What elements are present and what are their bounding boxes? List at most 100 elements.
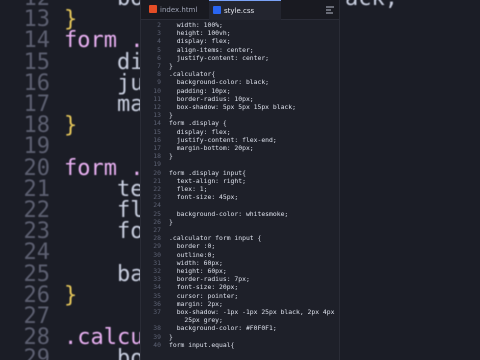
line-number: 20 [153, 168, 161, 177]
line-number: 36 [153, 299, 161, 308]
code-text: } [169, 152, 173, 161]
tab-label: style.css [224, 7, 255, 15]
line-number: 21 [153, 176, 161, 185]
code-text: justify-content: center; [169, 53, 270, 62]
code-text: } [169, 62, 173, 70]
editor-panel: index.html style.css 2 width: 100%; 3 hei… [140, 0, 340, 360]
line-number: 18 [153, 152, 161, 161]
line-number: 34 [153, 283, 161, 292]
split-editor-icon[interactable] [325, 5, 335, 15]
line-number: 37 [153, 308, 161, 316]
code-line: 18} [141, 152, 339, 161]
code-line: 40 form input.equal{ [141, 340, 339, 349]
code-line: 28 .calculator form input { [141, 234, 339, 243]
code-text: background-color: black; [169, 78, 270, 87]
line-number: 26 [153, 217, 161, 226]
code-text: align-items: center; [169, 45, 254, 54]
line-number: 3 [157, 29, 161, 38]
css-file-icon [213, 6, 221, 14]
code-line: 26} [141, 217, 339, 226]
code-text: font-size: 45px; [169, 193, 239, 202]
code-text: } [169, 332, 173, 341]
code-text: padding: 10px; [169, 86, 231, 95]
line-number: 25 [153, 209, 161, 218]
code-line: 38 background-color: #F0F0F1; [141, 324, 339, 333]
code-text: .calculator{ [169, 70, 216, 79]
code-text: justify-content: flex-end; [169, 135, 277, 144]
code-line: 19 [141, 160, 339, 169]
html-file-icon [149, 5, 157, 13]
code-line: 17 margin-bottom: 20px; [141, 144, 339, 152]
code-text: width: 100%; [169, 21, 223, 29]
code-text: border-radius: 10px; [169, 94, 254, 103]
code-line: 10 padding: 10px; [141, 86, 339, 95]
code-line: 6 justify-content: center; [141, 53, 339, 62]
code-line: 34 font-size: 20px; [141, 283, 339, 292]
line-number: 35 [153, 291, 161, 300]
line-number: 28 [153, 234, 161, 243]
line-number: 5 [157, 45, 161, 54]
code-line: 25px grey; [141, 316, 339, 325]
code-line: 31 width: 60px; [141, 259, 339, 267]
code-text: cursor: pointer; [169, 291, 239, 300]
code-text: margin: 2px; [169, 299, 223, 308]
line-number: 14 [153, 119, 161, 128]
code-line: 37 box-shadow: -1px -1px 25px black, 2px… [141, 308, 339, 316]
line-number: 17 [153, 144, 161, 152]
line-number: 2 [157, 21, 161, 29]
line-number: 10 [153, 86, 161, 95]
line-number: 6 [157, 53, 161, 62]
code-line: 29 border :0; [141, 242, 339, 251]
code-line: 12 box-shadow: 5px 5px 15px black; [141, 103, 339, 111]
code-line: 4 display: flex; [141, 37, 339, 46]
code-line: 27 [141, 226, 339, 234]
line-number: 33 [153, 275, 161, 284]
code-text: flex: 1; [169, 185, 208, 193]
code-line: 20 form .display input{ [141, 168, 339, 177]
line-number: 22 [153, 185, 161, 193]
code-text: height: 100vh; [169, 29, 231, 38]
line-number: 27 [153, 226, 161, 234]
code-line: 32 height: 60px; [141, 267, 339, 275]
code-line: 8 .calculator{ [141, 70, 339, 79]
line-number: 32 [153, 267, 161, 275]
code-text: background-color: #F0F0F1; [169, 324, 277, 333]
line-number: 4 [157, 37, 161, 46]
line-number: 12 [153, 103, 161, 111]
code-line: 3 height: 100vh; [141, 29, 339, 38]
code-line: 36 margin: 2px; [141, 299, 339, 308]
code-line: 25 background-color: whitesmoke; [141, 209, 339, 218]
code-text: margin-bottom: 20px; [169, 144, 254, 152]
tab-style-css[interactable]: style.css [209, 0, 281, 20]
tab-index-html[interactable]: index.html [145, 0, 209, 20]
code-line: 11 border-radius: 10px; [141, 94, 339, 103]
line-number: 40 [153, 340, 161, 349]
code-text: outline:0; [169, 250, 216, 259]
code-line: 39} [141, 332, 339, 341]
line-number: 16 [153, 135, 161, 144]
code-line: 24 [141, 201, 339, 210]
line-number: 29 [153, 242, 161, 251]
code-line: 22 flex: 1; [141, 185, 339, 193]
tab-label: index.html [160, 6, 198, 14]
code-text: border-radius: 7px; [169, 275, 250, 284]
line-number: 19 [153, 160, 161, 169]
code-text: 25px grey; [169, 316, 223, 325]
code-text: .calculator form input { [169, 234, 262, 243]
line-number: 24 [153, 201, 161, 210]
line-number: 15 [153, 127, 161, 136]
background-line-number: 29 [23, 346, 51, 360]
code-text: display: flex; [169, 127, 231, 136]
code-line: 9 background-color: black; [141, 78, 339, 87]
code-text: } [169, 217, 173, 226]
line-number: 13 [153, 111, 161, 120]
code-line: 23 font-size: 45px; [141, 193, 339, 202]
code-text: font-size: 20px; [169, 283, 239, 292]
code-text: form .display { [169, 119, 227, 128]
line-number: 9 [157, 78, 161, 87]
code-text: box-shadow: -1px -1px 25px black, 2px 4p… [169, 308, 335, 316]
code-line: 30 outline:0; [141, 250, 339, 259]
code-line: 2 width: 100%; [141, 21, 339, 29]
line-number: 23 [153, 193, 161, 202]
code-text: border :0; [169, 242, 216, 251]
